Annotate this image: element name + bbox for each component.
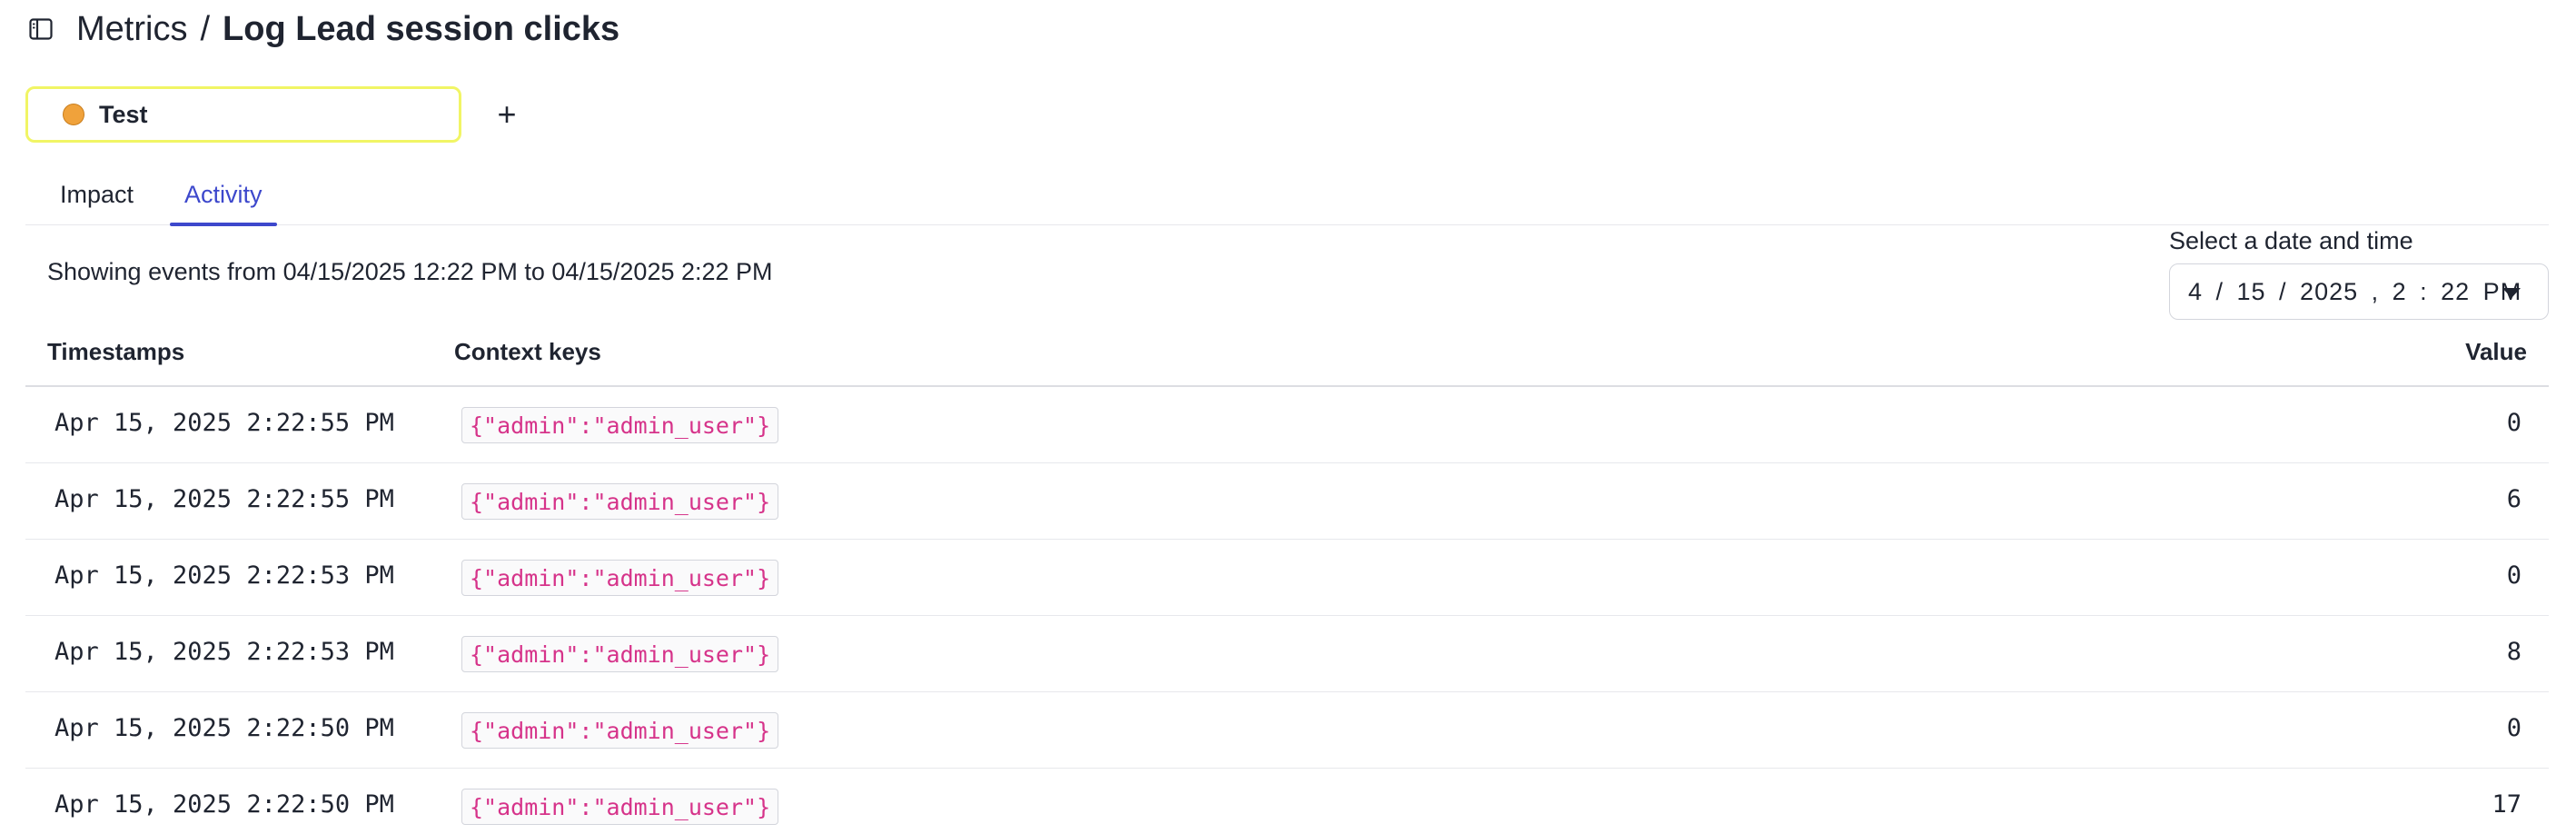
timestamp-cell: Apr 15, 2025 2:22:53 PM: [54, 638, 394, 666]
tab-impact[interactable]: Impact: [45, 173, 148, 225]
metric-activity-page: Metrics / Log Lead session clicks Test +…: [0, 0, 2576, 834]
table-row: Apr 15, 2025 2:22:55 PM {"admin":"admin_…: [25, 463, 2549, 540]
table-row: Apr 15, 2025 2:22:53 PM {"admin":"admin_…: [25, 616, 2549, 692]
context-key-cell: {"admin":"admin_user"}: [461, 560, 779, 596]
breadcrumb-separator: /: [200, 9, 211, 48]
table-row: Apr 15, 2025 2:22:55 PM {"admin":"admin_…: [25, 387, 2549, 463]
variation-selector[interactable]: Test: [25, 86, 461, 143]
value-cell: 0: [2506, 714, 2522, 742]
value-cell: 0: [2506, 409, 2522, 437]
timestamp-cell: Apr 15, 2025 2:22:50 PM: [54, 790, 394, 819]
date-time-value: 4 / 15 / 2025 , 2 : 22 PM: [2188, 277, 2522, 305]
timestamp-cell: Apr 15, 2025 2:22:55 PM: [54, 485, 394, 513]
context-key-cell: {"admin":"admin_user"}: [461, 636, 779, 672]
column-header-timestamps: Timestamps: [47, 338, 185, 365]
tab-activity[interactable]: Activity: [170, 173, 277, 226]
table-row: Apr 15, 2025 2:22:53 PM {"admin":"admin_…: [25, 540, 2549, 616]
value-cell: 8: [2506, 638, 2522, 666]
table-header: Timestamps Context keys Value: [25, 329, 2549, 387]
variation-label: Test: [99, 100, 148, 128]
tab-bar: Impact Activity: [25, 173, 2549, 226]
page-title: Log Lead session clicks: [223, 9, 620, 48]
value-cell: 17: [2492, 790, 2522, 819]
variation-color-dot: [63, 104, 84, 125]
context-key-cell: {"admin":"admin_user"}: [461, 483, 779, 520]
table-row: Apr 15, 2025 2:22:50 PM {"admin":"admin_…: [25, 769, 2549, 834]
context-key-cell: {"admin":"admin_user"}: [461, 789, 779, 825]
context-key-cell: {"admin":"admin_user"}: [461, 407, 779, 443]
date-picker-label: Select a date and time: [2169, 227, 2413, 254]
sidebar-toggle-icon[interactable]: [27, 15, 54, 43]
column-header-value: Value: [2465, 338, 2527, 365]
value-cell: 6: [2506, 485, 2522, 513]
value-cell: 0: [2506, 561, 2522, 590]
timestamp-cell: Apr 15, 2025 2:22:50 PM: [54, 714, 394, 742]
timestamp-cell: Apr 15, 2025 2:22:53 PM: [54, 561, 394, 590]
table-row: Apr 15, 2025 2:22:50 PM {"admin":"admin_…: [25, 692, 2549, 769]
caret-down-icon[interactable]: [2502, 288, 2521, 298]
breadcrumb-metrics[interactable]: Metrics: [76, 10, 187, 49]
event-range-text: Showing events from 04/15/2025 12:22 PM …: [47, 258, 773, 285]
context-key-cell: {"admin":"admin_user"}: [461, 712, 779, 749]
date-time-picker[interactable]: 4 / 15 / 2025 , 2 : 22 PM: [2169, 263, 2549, 320]
page-header: Metrics / Log Lead session clicks: [27, 5, 619, 53]
timestamp-cell: Apr 15, 2025 2:22:55 PM: [54, 409, 394, 437]
add-variation-button[interactable]: +: [489, 94, 525, 134]
events-table: Timestamps Context keys Value Apr 15, 20…: [25, 329, 2549, 834]
column-header-context-keys: Context keys: [454, 338, 601, 365]
